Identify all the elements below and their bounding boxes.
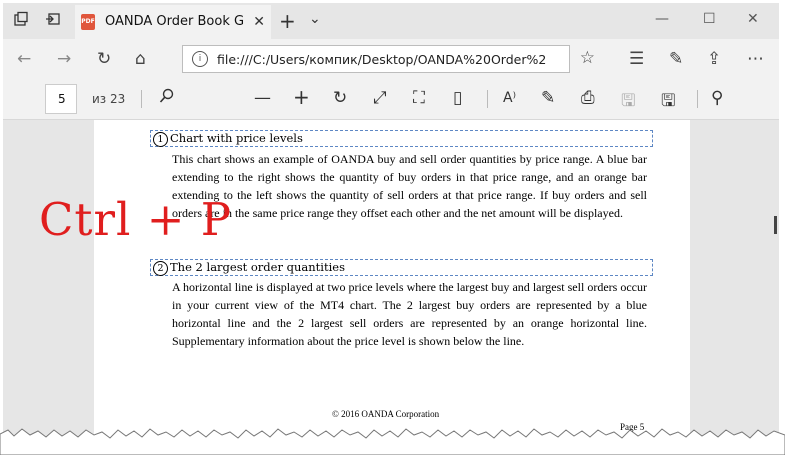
- pdf-viewer[interactable]: 1 Chart with price levels This chart show…: [3, 120, 779, 448]
- save-icon[interactable]: 🖫: [621, 88, 635, 117]
- back-icon[interactable]: ←: [17, 49, 31, 69]
- refresh-icon[interactable]: ↻: [97, 49, 111, 69]
- full-screen-icon[interactable]: ⛶: [413, 88, 425, 108]
- favorites-hub-icon[interactable]: ☰: [629, 49, 644, 69]
- forward-icon[interactable]: →: [57, 49, 71, 69]
- tab-title: OANDA Order Book Gu: [105, 14, 245, 29]
- toolbar-divider: [141, 90, 142, 108]
- web-note-pen-icon[interactable]: ✎: [669, 49, 683, 69]
- section-heading: 1 Chart with price levels: [150, 130, 653, 147]
- minimize-icon[interactable]: —: [655, 11, 669, 27]
- toolbar-divider: [697, 90, 698, 108]
- navigation-bar: ← → ↻ ⌂ i file:///C:/Users/компик/Deskto…: [3, 39, 779, 79]
- page-layout-icon[interactable]: ▯: [453, 88, 462, 108]
- home-icon[interactable]: ⌂: [135, 49, 146, 69]
- pdf-page: 1 Chart with price levels This chart show…: [94, 120, 690, 448]
- page-count: из 23: [92, 92, 126, 106]
- pin-toolbar-icon[interactable]: ⚲: [711, 88, 723, 108]
- chevron-down-icon[interactable]: ⌄: [309, 11, 321, 27]
- overlay-shortcut-text: Ctrl + P: [39, 193, 233, 246]
- scrollbar-thumb[interactable]: [774, 216, 777, 234]
- maximize-icon[interactable]: ☐: [703, 11, 716, 27]
- url-text[interactable]: file:///C:/Users/компик/Desktop/OANDA%20…: [217, 52, 547, 67]
- section-heading-text: The 2 largest order quantities: [170, 260, 345, 274]
- close-window-icon[interactable]: ✕: [747, 11, 759, 27]
- section-number: 1: [153, 131, 168, 147]
- tab-bar: PDF OANDA Order Book Gu ✕ + ⌄ — ☐ ✕: [3, 3, 779, 39]
- section-body: A horizontal line is displayed at two pr…: [172, 280, 647, 348]
- more-menu-icon[interactable]: ⋯: [747, 49, 764, 69]
- section-number: 2: [153, 260, 168, 276]
- new-tab-icon[interactable]: +: [279, 9, 296, 33]
- toolbar-divider: [487, 90, 488, 108]
- save-as-icon[interactable]: 🖫: [661, 88, 675, 117]
- zoom-in-icon[interactable]: +: [293, 85, 310, 109]
- read-aloud-icon[interactable]: A⁾: [503, 90, 516, 106]
- favorite-star-icon[interactable]: ☆: [580, 48, 595, 68]
- info-icon[interactable]: i: [192, 51, 208, 67]
- torn-edge-decoration: [0, 428, 785, 455]
- page-number-input[interactable]: 5: [45, 84, 77, 114]
- browser-window: PDF OANDA Order Book Gu ✕ + ⌄ — ☐ ✕ ← → …: [3, 3, 779, 448]
- address-bar[interactable]: i file:///C:/Users/компик/Desktop/OANDA%…: [182, 45, 595, 73]
- section-body: This chart shows an example of OANDA buy…: [172, 152, 647, 220]
- section-heading: 2 The 2 largest order quantities: [150, 259, 653, 276]
- set-tabs-aside-icon[interactable]: [43, 11, 63, 31]
- search-icon[interactable]: [159, 88, 175, 109]
- tab-manager-icon[interactable]: [11, 11, 31, 31]
- pdf-file-icon: PDF: [81, 14, 95, 30]
- copyright-footer: © 2016 OANDA Corporation: [332, 409, 440, 419]
- print-icon[interactable]: ⎙: [581, 88, 595, 108]
- fit-to-page-icon[interactable]: ⤢: [373, 88, 387, 108]
- share-icon[interactable]: ⇪: [707, 49, 721, 69]
- zoom-out-icon[interactable]: —: [254, 88, 271, 108]
- rotate-icon[interactable]: ↻: [333, 88, 347, 108]
- pdf-toolbar: 5 из 23 — + ↻ ⤢ ⛶ ▯ A⁾ ✎ ⎙ 🖫 🖫 ⚲: [3, 79, 779, 120]
- section-heading-text: Chart with price levels: [170, 131, 303, 145]
- tab-active[interactable]: PDF OANDA Order Book Gu ✕: [75, 5, 271, 39]
- close-tab-icon[interactable]: ✕: [253, 14, 265, 30]
- draw-icon[interactable]: ✎: [541, 88, 555, 108]
